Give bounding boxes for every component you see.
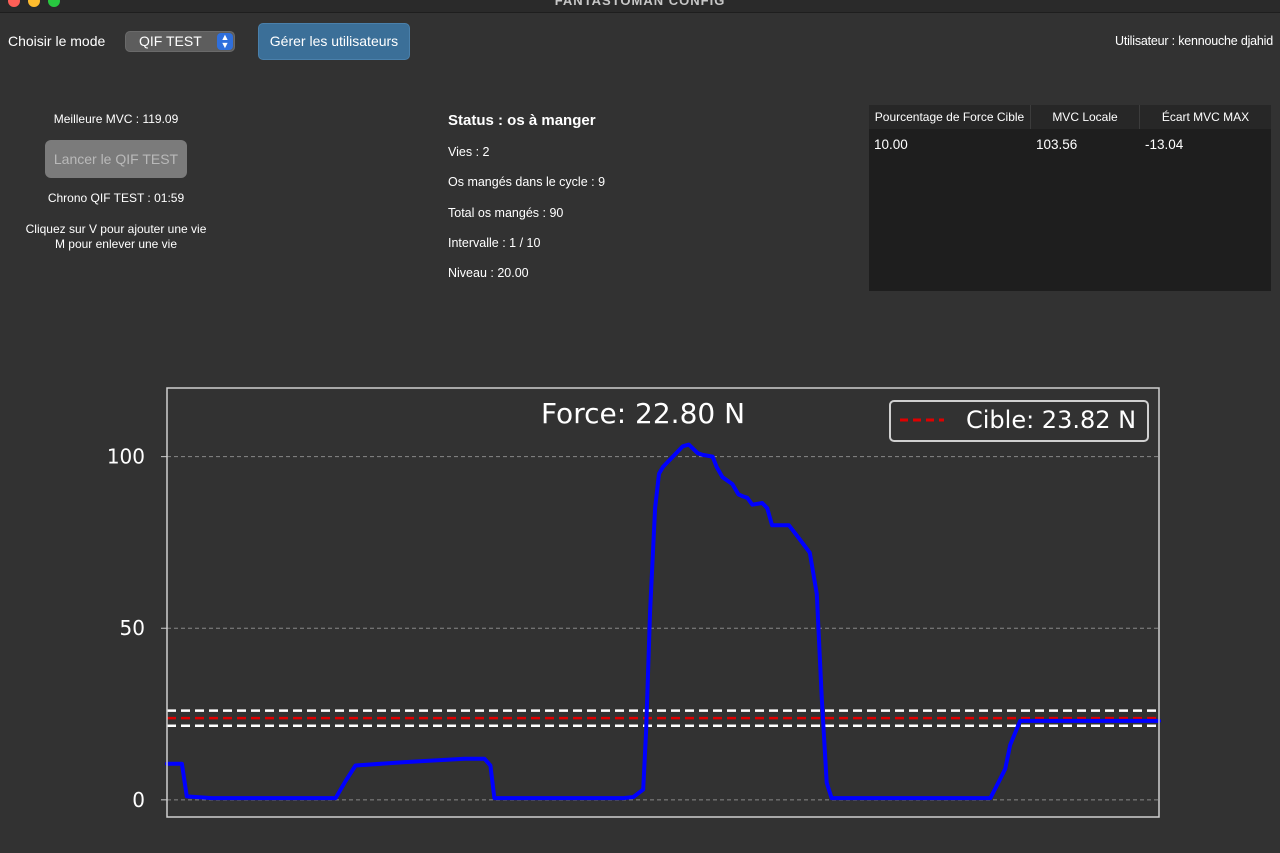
hint-line-1: Cliquez sur V pour ajouter une vie <box>25 222 207 236</box>
hint-text: Cliquez sur V pour ajouter une vie M pou… <box>0 222 232 252</box>
table-cell-local-mvc[interactable]: 103.56 <box>1036 137 1077 152</box>
mode-select[interactable]: QIF TEST ▲ ▼ <box>125 31 235 52</box>
lives-label: Vies : 2 <box>448 145 490 159</box>
level-label: Niveau : 20.00 <box>448 266 529 280</box>
force-line <box>165 442 1161 801</box>
mode-label: Choisir le mode <box>8 33 106 49</box>
window-title: FANTASTOMAN CONFIG <box>554 0 726 8</box>
current-user-label: Utilisateur : kennouche djahid <box>1115 34 1273 48</box>
force-chart-svg: 0 50 100 Force: 22.80 N Cible: 23.82 N <box>107 387 1161 818</box>
bones-total-label: Total os mangés : 90 <box>448 206 564 220</box>
status-title: Status : os à manger <box>448 112 596 129</box>
table-header-target-percent[interactable]: Pourcentage de Force Cible <box>869 105 1031 129</box>
y-tick-label: 100 <box>107 445 145 469</box>
title-bar: FANTASTOMAN CONFIG <box>0 0 1280 13</box>
chevron-up-down-icon: ▲ ▼ <box>217 33 233 50</box>
interval-label: Intervalle : 1 / 10 <box>448 236 541 250</box>
mode-select-value: QIF TEST <box>139 33 202 49</box>
table-cell-target-percent[interactable]: 10.00 <box>874 137 908 152</box>
table-header-mvc-gap[interactable]: Écart MVC MAX <box>1140 105 1271 129</box>
bones-cycle-label: Os mangés dans le cycle : 9 <box>448 175 606 189</box>
results-table: Pourcentage de Force Cible MVC Locale Éc… <box>869 105 1271 291</box>
hint-line-2: M pour enlever une vie <box>54 237 178 251</box>
table-header-local-mvc[interactable]: MVC Locale <box>1031 105 1140 129</box>
launch-test-button[interactable]: Lancer le QIF TEST <box>45 140 187 178</box>
y-tick-label: 50 <box>120 616 145 640</box>
force-chart: 0 50 100 Force: 22.80 N Cible: 23.82 N <box>80 380 1180 830</box>
manage-users-button[interactable]: Gérer les utilisateurs <box>258 23 410 60</box>
table-cell-mvc-gap[interactable]: -13.04 <box>1145 137 1183 152</box>
chart-title: Force: 22.80 N <box>541 397 745 430</box>
legend-label: Cible: 23.82 N <box>966 406 1136 434</box>
chrono-label: Chrono QIF TEST : 01:59 <box>47 191 185 205</box>
best-mvc-label: Meilleure MVC : 119.09 <box>53 112 179 126</box>
y-tick-label: 0 <box>132 788 145 812</box>
